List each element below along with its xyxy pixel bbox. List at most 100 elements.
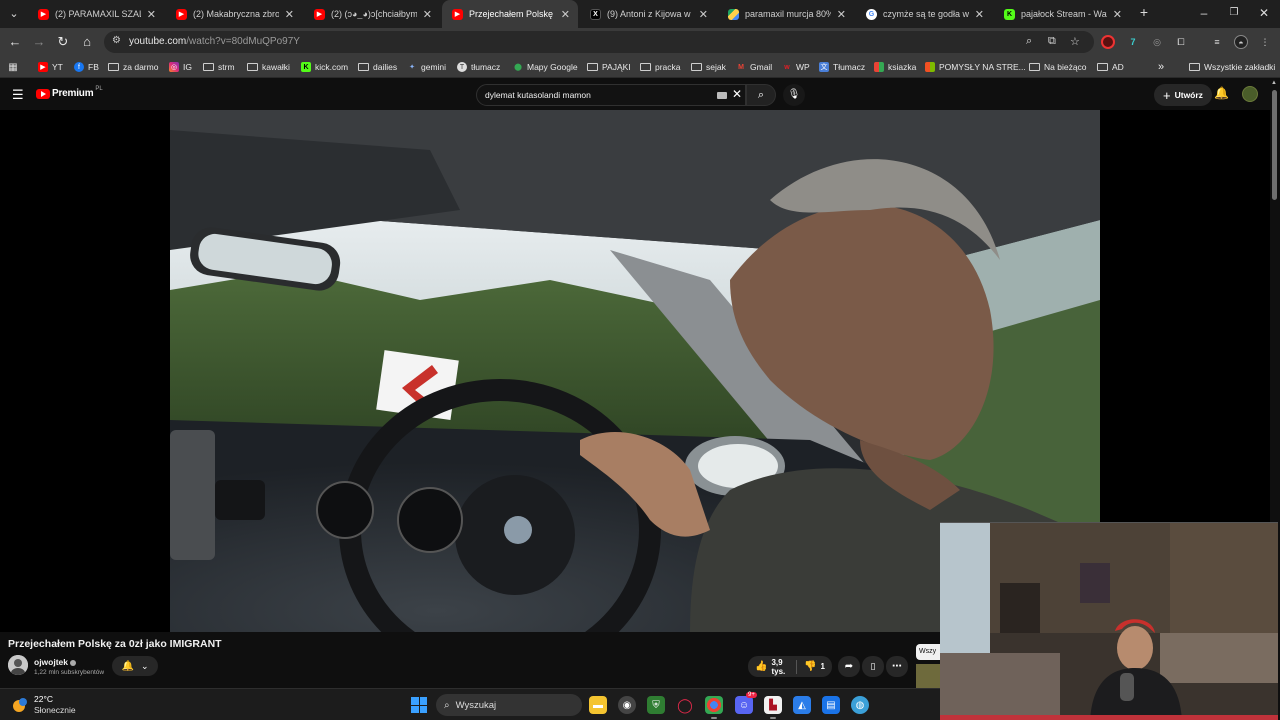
extension-icon[interactable]: ◎ [1150, 35, 1164, 49]
record-extension-icon[interactable] [1101, 35, 1115, 49]
bookmark-pajaki[interactable]: PAJĄKI [587, 60, 631, 74]
channel-name[interactable]: ojwojtek [34, 657, 77, 667]
close-tab-icon[interactable]: ✕ [1113, 8, 1122, 21]
browser-tab[interactable]: ▶ (2) (ↄ◕_◕)ↄ[chciałbym ✕ [304, 0, 440, 28]
bookmark-yt[interactable]: ▶ YT [38, 60, 63, 74]
bookmark-ad[interactable]: AD [1097, 60, 1124, 74]
extensions-puzzle-icon[interactable]: ⧠ [1174, 35, 1188, 49]
translate-extension-icon[interactable]: 7 [1126, 35, 1140, 49]
apps-grid-icon[interactable]: ▦ [8, 60, 22, 74]
dislike-button[interactable]: 👎 1 [797, 656, 832, 677]
bookmark-pracka[interactable]: pracka [640, 60, 681, 74]
hamburger-menu-icon[interactable]: ☰ [12, 87, 24, 103]
bookmark-star-icon[interactable]: ☆ [1070, 35, 1080, 48]
keyboard-icon[interactable] [717, 92, 727, 99]
browser-tab[interactable]: K pajałock Stream - Watch ✕ [994, 0, 1130, 28]
bookmark-fb[interactable]: f FB [74, 60, 99, 74]
windows-start-icon[interactable] [411, 697, 427, 713]
discord-icon[interactable]: ☺ 9+ [735, 692, 757, 714]
scrollbar-thumb[interactable] [1272, 90, 1277, 200]
gmail-icon: M [738, 63, 744, 71]
photos-icon[interactable]: ◭ [793, 696, 811, 714]
share-button[interactable]: ➦ [838, 656, 860, 677]
bookmark-dailies[interactable]: dailies [358, 60, 397, 74]
forward-arrow-icon[interactable]: → [31, 34, 47, 50]
browser-menu-icon[interactable]: ⋮ [1258, 35, 1272, 49]
minimize-window-icon[interactable]: – [1196, 6, 1212, 20]
browser-tab[interactable]: ▶ (2) PARAMAXIL SZALOM | ✕ [28, 0, 164, 28]
bookmark-na-biezaco[interactable]: Na bieżąco [1029, 60, 1087, 74]
tab-search-chevron-icon[interactable]: ⌄ [6, 6, 22, 22]
shield-app-icon[interactable]: ⛨ [647, 696, 665, 714]
like-button[interactable]: 👍 3,9 tys. [748, 656, 796, 677]
close-tab-icon[interactable]: ✕ [147, 8, 156, 21]
bookmark-ig[interactable]: ◎ IG [169, 60, 192, 74]
opera-icon[interactable]: ◯ [676, 696, 694, 714]
save-button[interactable]: ▯ [862, 656, 884, 677]
facebook-icon: f [74, 62, 84, 72]
scroll-up-arrow-icon[interactable]: ▲ [1271, 80, 1277, 86]
browser-tab[interactable]: X (9) Antoni z Kijowa w serw ✕ [580, 0, 716, 28]
youtube-icon: ▶ [38, 8, 49, 20]
obs-icon[interactable]: ◉ [618, 696, 636, 714]
subscribed-notifications-button[interactable]: 🔔 ⌄ [112, 656, 158, 676]
bookmark-strm[interactable]: strm [203, 60, 235, 74]
bookmark-pomysly[interactable]: POMYSŁY NA STRE... [925, 60, 1026, 74]
notifications-bell-icon[interactable]: 🔔 [1214, 86, 1229, 100]
account-avatar[interactable] [1242, 86, 1258, 102]
taskbar-search-box[interactable]: ⌕ Wyszukaj [436, 694, 582, 716]
notepad-icon[interactable]: ▤ [822, 696, 840, 714]
bookmark-ksiazka[interactable]: ksiazka [874, 60, 916, 74]
file-explorer-icon[interactable]: ▬ [589, 696, 607, 714]
profile-avatar-icon[interactable]: ◓ [1234, 35, 1248, 49]
close-tab-icon[interactable]: ✕ [285, 8, 294, 21]
bookmark-tlumacz[interactable]: Ttłumacz [457, 60, 500, 74]
bookmark-kawalki[interactable]: kawałki [247, 60, 290, 74]
restore-window-icon[interactable]: ❐ [1226, 7, 1242, 18]
create-button[interactable]: + Utwórz [1154, 84, 1212, 106]
reload-icon[interactable]: ↻ [55, 34, 71, 50]
search-input[interactable]: dylemat kutasolandi mamon ✕ [476, 84, 746, 106]
globe-app-icon[interactable]: ◍ [851, 696, 869, 714]
chrome-icon[interactable] [705, 696, 723, 719]
new-tab-button[interactable]: + [1136, 4, 1152, 20]
bookmark-wp[interactable]: w WP [782, 60, 809, 74]
home-icon[interactable]: ⌂ [79, 34, 95, 50]
close-tab-icon[interactable]: ✕ [561, 8, 570, 21]
more-actions-button[interactable]: ⋯ [886, 656, 908, 677]
youtube-premium-logo[interactable]: Premium PL [36, 86, 103, 99]
weather-temperature[interactable]: 22°C [34, 694, 53, 704]
bookmark-tlumacz-2[interactable]: 文 Tłumacz [819, 60, 865, 74]
more-bookmarks-chevron-icon[interactable]: » [1158, 60, 1164, 74]
weather-sunny-icon[interactable] [12, 697, 28, 713]
bookmark-kick[interactable]: Kkick.com [301, 60, 348, 74]
close-window-icon[interactable]: ✕ [1256, 6, 1272, 20]
bookmark-gemini[interactable]: ✦ gemini [407, 60, 446, 74]
browser-tab[interactable]: paramaxil murcja 80%.mp ✕ [718, 0, 854, 28]
bookmark-mapy-google[interactable]: ⬤ Mapy Google [513, 60, 577, 74]
browser-tab[interactable]: G czymże są te godła wiszą ✕ [856, 0, 992, 28]
weather-description[interactable]: Słonecznie [34, 705, 76, 715]
clear-search-icon[interactable]: ✕ [732, 87, 742, 101]
capcut-icon[interactable]: ▙ [764, 696, 782, 719]
bookmark-za-darmo[interactable]: za darmo [108, 60, 158, 74]
browser-tab-strip: ⌄ ▶ (2) PARAMAXIL SZALOM | ✕ ▶ (2) Makab… [0, 0, 1280, 28]
channel-avatar[interactable] [8, 655, 28, 675]
search-icon[interactable]: ⌕ [1026, 35, 1032, 48]
voice-search-mic-icon[interactable]: 🎙 [783, 84, 805, 106]
bookmark-gmail[interactable]: M Gmail [736, 60, 772, 74]
cast-icon[interactable]: ⧉ [1048, 35, 1056, 48]
close-tab-icon[interactable]: ✕ [699, 8, 708, 21]
all-bookmarks-button[interactable]: Wszystkie zakładki [1189, 60, 1275, 74]
bookmark-sejak[interactable]: sejak [691, 60, 726, 74]
site-info-icon[interactable]: ⚙ [112, 35, 121, 46]
close-tab-icon[interactable]: ✕ [837, 8, 846, 21]
close-tab-icon[interactable]: ✕ [975, 8, 984, 21]
back-arrow-icon[interactable]: ← [7, 34, 23, 50]
search-button[interactable]: ⌕ [746, 84, 776, 106]
reading-list-icon[interactable]: ≡ [1210, 35, 1224, 49]
browser-tab-active[interactable]: ▶ Przejechałem Polskę za 0zł ✕ [442, 0, 578, 28]
browser-tab[interactable]: ▶ (2) Makabryczna zbrodnia ✕ [166, 0, 302, 28]
close-tab-icon[interactable]: ✕ [423, 8, 432, 21]
address-bar[interactable]: ⚙ youtube.com/watch?v=80dMuQPo97Y ⌕ ⧉ ☆ [104, 31, 1094, 53]
